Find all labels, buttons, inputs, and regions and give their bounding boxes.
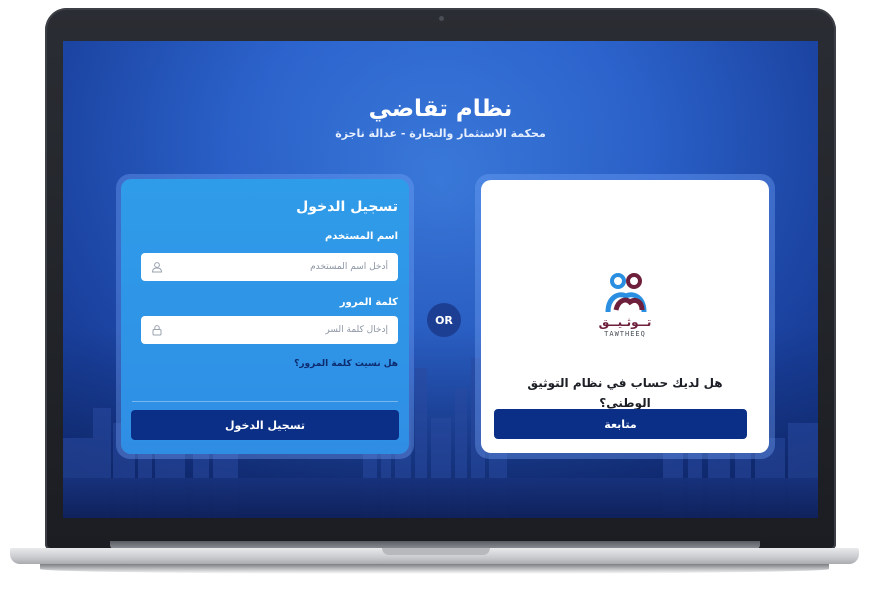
login-button[interactable]: تسجيل الدخول [131,410,399,440]
laptop-bezel: نظام تقاضي محكمة الاستثمار والتجارة - عد… [45,8,836,550]
tawtheeq-logo-latin: TAWTHEEQ [604,330,646,338]
screen: نظام تقاضي محكمة الاستثمار والتجارة - عد… [63,41,818,518]
tawtheeq-question: هل لديك حساب في نظام التوثيق الوطني؟ [527,376,723,410]
password-label: كلمة المرور [339,297,398,308]
lock-icon [152,325,162,336]
laptop-base [0,548,869,588]
or-badge: OR [427,303,461,337]
username-placeholder: أدخل اسم المستخدم [310,262,388,272]
forgot-password-link[interactable]: هل نسيت كلمة المرور؟ [294,359,398,369]
continue-button[interactable]: متابعة [494,409,747,439]
laptop-notch [382,548,490,555]
tawtheeq-logo-arabic: تــوثـيــق [598,315,652,329]
water-reflection [63,478,818,518]
user-icon [151,262,163,273]
app-title: نظام تقاضي [368,96,513,122]
username-field[interactable]: أدخل اسم المستخدم [141,253,398,281]
laptop-shadow [40,564,829,574]
tawtheeq-card: تــوثـيــق TAWTHEEQ هل لديك حساب في نظام… [481,180,769,453]
username-label: اسم المستخدم [324,231,398,242]
password-placeholder: إدخال كلمة السر [325,325,388,335]
password-field[interactable]: إدخال كلمة السر [141,316,398,344]
login-heading: تسجيل الدخول [296,199,398,215]
divider [132,401,398,402]
camera-icon [438,16,444,21]
tawtheeq-logo-icon [605,273,647,313]
app-subtitle: محكمة الاستثمار والتجارة - عدالة ناجزة [335,127,546,140]
login-card: تسجيل الدخول اسم المستخدم أدخل اسم المست… [121,179,409,454]
